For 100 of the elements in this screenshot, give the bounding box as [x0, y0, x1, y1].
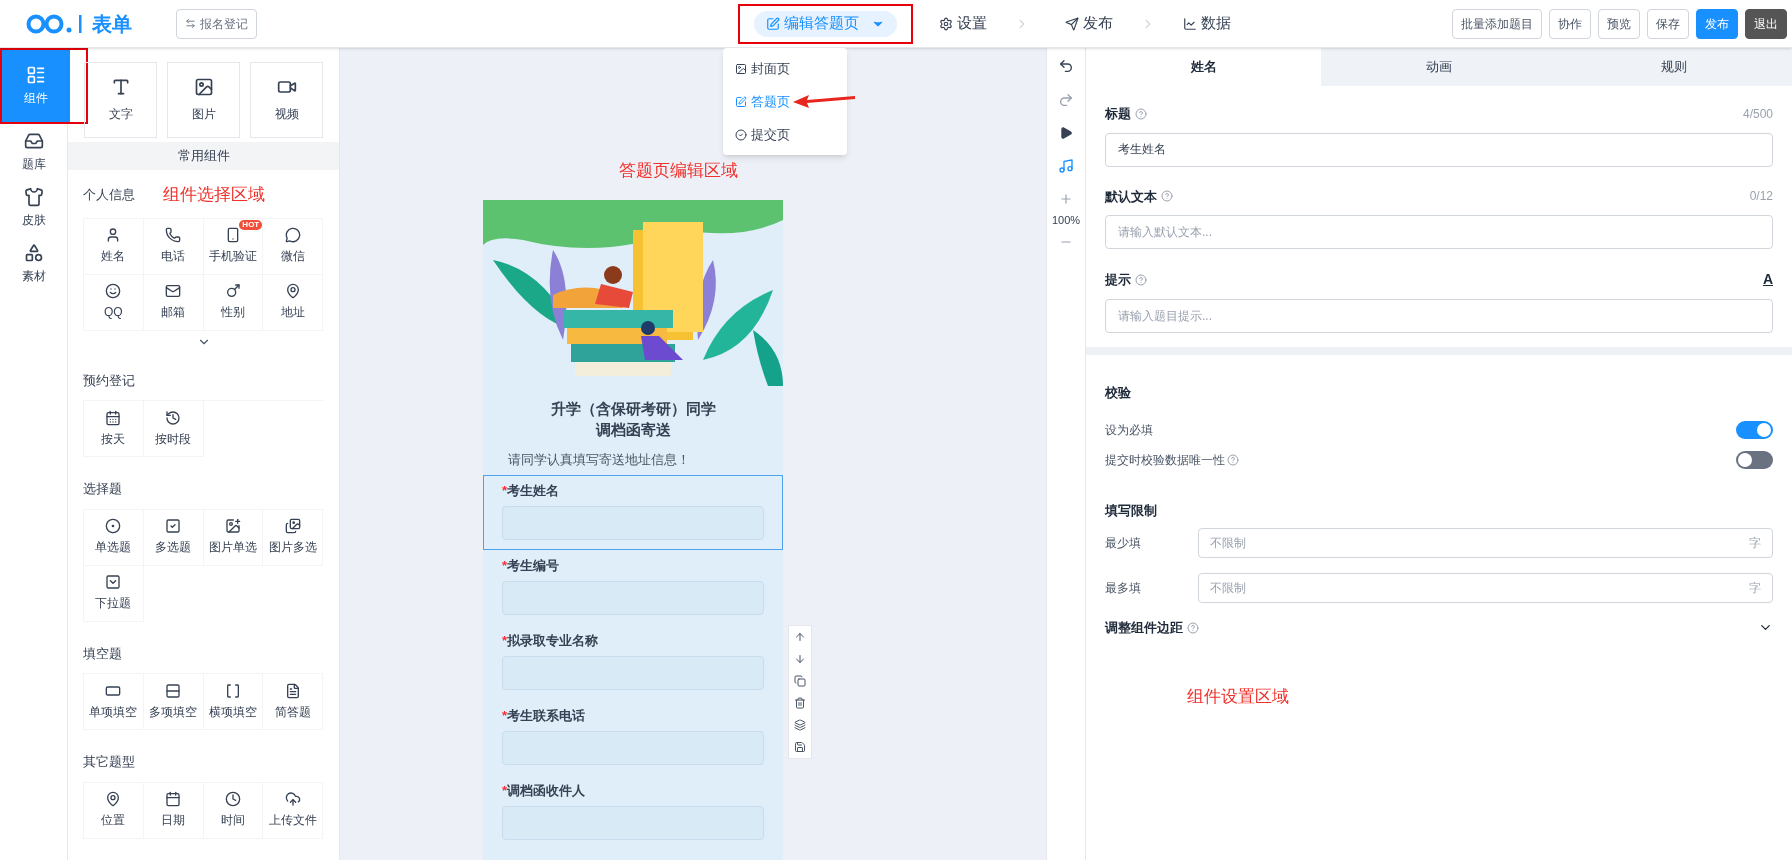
toggle-switch[interactable]: [1736, 450, 1773, 469]
envelope-icon: [165, 283, 182, 299]
component-tile[interactable]: 单项填空: [84, 674, 144, 730]
toolbar-button[interactable]: 协作: [1549, 8, 1591, 39]
settings-tab[interactable]: 规则: [1556, 48, 1792, 86]
radio-icon: [105, 518, 122, 534]
toolbar-button[interactable]: 预览: [1598, 8, 1640, 39]
face-icon: [105, 283, 122, 299]
component-tile[interactable]: 姓名: [84, 218, 144, 275]
toolbar-button[interactable]: 退出: [1745, 8, 1787, 39]
settings-icon: [939, 16, 953, 31]
required-mark: *: [502, 782, 508, 800]
component-tile[interactable]: 微信: [263, 218, 323, 275]
question-block[interactable]: *拟录取专业名称: [483, 625, 783, 700]
calendar-icon: [105, 409, 122, 426]
field-label: 提示: [1105, 270, 1131, 289]
component-tile[interactable]: 按天: [84, 401, 144, 457]
step-tab[interactable]: 发布: [1065, 12, 1113, 35]
step-tab[interactable]: 数据: [1183, 12, 1231, 35]
question-block[interactable]: *考生联系电话: [483, 700, 783, 775]
component-tile[interactable]: 时间: [203, 782, 264, 839]
question-block[interactable]: *考生编号: [483, 550, 783, 625]
toolbar-button[interactable]: 批量添加题目: [1452, 8, 1542, 39]
arrow-up-icon[interactable]: [794, 630, 806, 643]
component-tile[interactable]: 地址: [263, 274, 323, 331]
component-tile[interactable]: 邮箱: [143, 274, 204, 331]
toggle-label: 设为必填: [1105, 421, 1153, 439]
help-icon: [1161, 190, 1173, 203]
component-tile[interactable]: 位置: [84, 782, 144, 839]
component-tile[interactable]: 性别: [203, 274, 264, 331]
component-tile[interactable]: 按时段: [143, 401, 204, 457]
component-tile[interactable]: 文字: [84, 62, 157, 138]
copy-icon[interactable]: [794, 674, 806, 687]
component-tile[interactable]: 图片: [167, 62, 240, 138]
swap-icon: [185, 18, 196, 29]
component-tile[interactable]: 下拉题: [84, 565, 144, 622]
input-field[interactable]: 请输入题目提示...: [1105, 299, 1773, 333]
clock-arrow-icon: [165, 409, 182, 426]
signup-button[interactable]: 报名登记: [176, 8, 257, 39]
brackets-icon: [224, 682, 241, 699]
menu-item[interactable]: 提交页: [723, 118, 847, 151]
component-tile[interactable]: 单选题: [84, 509, 144, 566]
toolbar-button[interactable]: 保存: [1647, 8, 1689, 39]
component-tile[interactable]: QQ: [84, 274, 144, 331]
settings-tab[interactable]: 姓名: [1086, 48, 1322, 86]
shapes-icon: [23, 243, 44, 263]
question-block[interactable]: *调档函收件人: [483, 775, 783, 850]
component-tile[interactable]: 电话: [143, 218, 204, 275]
rail-tab[interactable]: 题库: [0, 124, 68, 180]
component-tile[interactable]: 日期: [143, 782, 204, 839]
input-field[interactable]: 请输入默认文本...: [1105, 215, 1773, 249]
toggle-switch[interactable]: [1736, 420, 1773, 439]
redo-icon[interactable]: [1058, 92, 1074, 108]
group-title: 预约登记: [83, 371, 135, 390]
question-block[interactable]: *考生姓名: [483, 475, 783, 550]
field-label: 标题: [1105, 105, 1131, 123]
menu-item[interactable]: 封面页: [723, 52, 847, 85]
component-tile[interactable]: 上传文件: [263, 782, 323, 839]
component-tile[interactable]: 简答题: [263, 674, 323, 730]
component-tile[interactable]: 图片单选: [203, 509, 264, 566]
form-title: 调档函寄送: [594, 419, 672, 440]
layers-icon[interactable]: [794, 718, 806, 731]
help-icon: [1135, 107, 1147, 120]
music-note-icon[interactable]: [1058, 158, 1074, 174]
check-circle-icon: [735, 128, 747, 141]
component-tile[interactable]: 视频: [250, 62, 323, 138]
font-style-button[interactable]: A: [1762, 269, 1773, 290]
rail-tab[interactable]: 素材: [0, 236, 68, 292]
input-field[interactable]: 考生姓名: [1105, 132, 1773, 167]
required-mark: *: [502, 632, 508, 650]
map-pin-icon: [105, 791, 122, 807]
component-tile[interactable]: 图片多选: [263, 509, 323, 566]
rail-tab[interactable]: 皮肤: [0, 180, 68, 236]
required-mark: *: [502, 707, 508, 725]
play-icon[interactable]: [1059, 126, 1073, 140]
save-icon[interactable]: [794, 740, 806, 753]
edit-icon: [766, 16, 780, 31]
zoom-in-icon[interactable]: [1059, 192, 1073, 206]
chat-bubble-icon: [284, 227, 301, 243]
arrow-down-icon[interactable]: [794, 652, 806, 665]
component-tile[interactable]: 多项填空: [143, 674, 204, 730]
trash-icon[interactable]: [794, 696, 806, 709]
phone-icon: [165, 227, 182, 243]
annotation-label: 组件设置区域: [1187, 685, 1290, 708]
undo-icon[interactable]: [1058, 58, 1074, 74]
help-icon: [1187, 621, 1199, 634]
clock-icon: [224, 791, 241, 807]
form-title: 升学（含保研考研）同学: [549, 398, 717, 419]
settings-tab[interactable]: 动画: [1321, 48, 1557, 86]
question-label: 调档函收件人: [507, 782, 586, 800]
limit-label: 最少填: [1105, 535, 1142, 552]
question-label: 考生编号: [507, 557, 560, 575]
map-pin-icon: [284, 283, 301, 299]
question-label: 考生联系电话: [507, 707, 586, 725]
shirt-icon: [23, 187, 44, 207]
step-tab[interactable]: 设置: [939, 12, 987, 35]
two-rows-icon: [165, 682, 182, 699]
component-tile[interactable]: 横项填空: [203, 674, 264, 730]
component-tile[interactable]: 多选题: [143, 509, 204, 566]
form-intro: 请同学认真填写寄送地址信息！: [507, 450, 691, 469]
